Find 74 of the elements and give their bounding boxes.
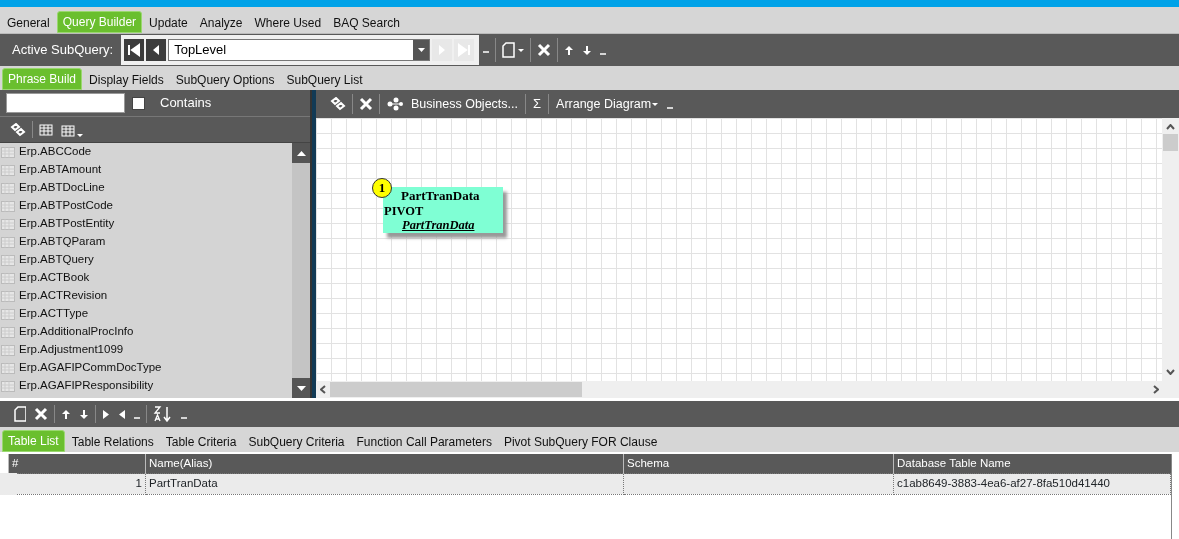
column-header[interactable]: # [8, 454, 146, 474]
new-icon[interactable] [14, 406, 26, 422]
delete-icon[interactable] [537, 43, 552, 57]
table-name[interactable]: Erp.ACTType [19, 305, 89, 323]
table-name[interactable]: Erp.ABTPostEntity [19, 215, 115, 233]
scroll-up-icon[interactable] [1166, 124, 1175, 130]
table-cell: PartTranData [145, 473, 624, 494]
arrange-diagram-button[interactable]: Arrange Diagram [551, 93, 664, 115]
scroll-down-icon[interactable] [1166, 369, 1175, 375]
move-up-icon[interactable] [61, 408, 71, 420]
contains-checkbox[interactable] [132, 96, 145, 110]
move-up-icon[interactable] [564, 44, 575, 56]
scroll-up-icon[interactable] [296, 150, 306, 156]
caret-icon [652, 102, 659, 106]
new-icon[interactable] [502, 42, 525, 58]
table-icon[interactable] [39, 123, 53, 136]
link-icon[interactable] [330, 97, 346, 111]
link-icon[interactable] [10, 122, 26, 137]
node-title: PartTranData [400, 187, 481, 204]
table-name[interactable]: Erp.ABTDocLine [19, 179, 105, 197]
sum-button[interactable]: Σ [528, 93, 547, 115]
checkbox-label: Contains [160, 94, 212, 113]
scroll-thumb[interactable] [1163, 133, 1178, 151]
table-name[interactable]: Erp.ABTAmount [19, 161, 102, 179]
tab[interactable]: BAQ Search [328, 12, 405, 33]
tab[interactable]: Display Fields [84, 69, 169, 90]
tab[interactable]: Function Call Parameters [351, 431, 497, 452]
tab[interactable]: SubQuery List [281, 69, 368, 90]
tab[interactable]: Analyze [194, 12, 248, 33]
nodes-icon [387, 97, 403, 111]
scroll-up-button[interactable] [292, 143, 310, 163]
table-name[interactable]: Erp.ACTBook [19, 269, 90, 287]
scroll-left-icon[interactable] [320, 385, 326, 394]
table-name[interactable]: Erp.ABCCode [19, 143, 92, 161]
move-left-icon[interactable] [118, 408, 126, 420]
tab[interactable]: SubQuery Options [170, 69, 280, 90]
column-header[interactable]: Database Table Name [893, 454, 1171, 474]
subquery-combo[interactable]: TopLevel [168, 39, 431, 61]
tab[interactable]: General [2, 12, 55, 33]
move-down-icon[interactable] [79, 408, 89, 420]
business-objects-button[interactable]: Business Objects... [382, 93, 523, 115]
move-right-icon[interactable] [102, 408, 110, 420]
tab[interactable]: Where Used [249, 12, 327, 33]
tab[interactable]: Table Relations [66, 431, 159, 452]
table-dropdown-icon[interactable] [61, 122, 83, 137]
move-down-icon[interactable] [582, 44, 593, 56]
table-name[interactable]: Erp.ACTRevision [19, 287, 108, 305]
scroll-down-icon[interactable] [296, 385, 306, 391]
table-name[interactable]: Erp.ABTQParam [19, 233, 106, 251]
tab[interactable]: Table Criteria [160, 431, 242, 452]
dropdown-arrow-icon[interactable] [417, 48, 425, 52]
search-field[interactable] [6, 93, 125, 113]
table-name[interactable]: Erp.ABTPostCode [19, 197, 113, 215]
column-header[interactable]: Schema [623, 454, 894, 474]
table-name[interactable]: Erp.AdditionalProcInfo [19, 323, 134, 341]
table-name[interactable]: Erp.Adjustment1099 [19, 341, 124, 359]
delete-icon[interactable] [34, 407, 48, 421]
node-type: PIVOT [383, 203, 425, 219]
toolbar-label: Active SubQuery: [11, 41, 115, 60]
table-name[interactable]: Erp.ABTQuery [19, 251, 94, 269]
tab[interactable]: Update [144, 12, 193, 33]
sort-icon[interactable] [153, 406, 173, 422]
node-alias: PartTranData [401, 218, 476, 233]
table-node[interactable]: PartTranData PIVOT PartTranData [383, 187, 503, 233]
scroll-thumb[interactable] [330, 382, 582, 397]
scroll-right-icon[interactable] [1153, 385, 1159, 394]
table-name[interactable]: Erp.AGAFIPCommDocType [19, 359, 162, 377]
scroll-down-button[interactable] [292, 378, 310, 398]
column-header[interactable]: Name(Alias) [145, 454, 624, 474]
tab[interactable]: SubQuery Criteria [243, 431, 350, 452]
delete-icon[interactable] [359, 97, 373, 111]
table-name[interactable]: Erp.AGAFIPResponsibility [19, 377, 154, 395]
tab[interactable]: Pivot SubQuery FOR Clause [498, 431, 663, 452]
node-number: 1 [372, 178, 392, 198]
